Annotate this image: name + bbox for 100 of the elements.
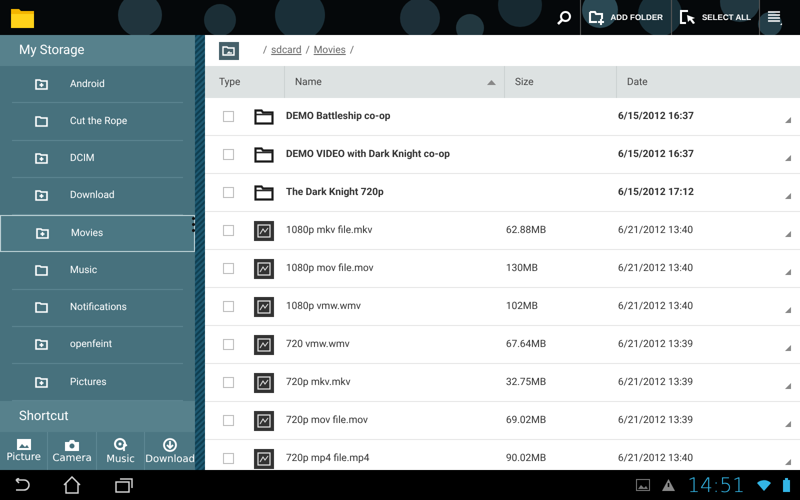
file-row[interactable]: 720p mkv.mkv 32.75MB 6/21/2012 13:39 xyxy=(205,364,800,402)
file-size: 67.64MB xyxy=(506,339,546,350)
corner-icon xyxy=(785,193,791,199)
folder-item[interactable]: Android xyxy=(12,66,183,104)
download-icon xyxy=(163,438,178,452)
clock-time: 14:51 xyxy=(687,473,745,497)
shortcut-button[interactable]: Picture xyxy=(0,432,48,470)
column-header[interactable]: Type xyxy=(205,66,285,98)
video-file-icon xyxy=(254,410,274,430)
folder-item[interactable]: DCIM xyxy=(12,140,183,178)
folder-name: Download xyxy=(70,190,115,202)
file-date: 6/21/2012 13:39 xyxy=(618,415,693,426)
folder-item[interactable]: Movies xyxy=(0,215,195,252)
file-date: 6/21/2012 13:40 xyxy=(618,453,693,464)
camera-icon xyxy=(65,438,80,451)
file-date: 6/21/2012 13:39 xyxy=(618,339,693,350)
file-row[interactable]: DEMO Battleship co-op 6/15/2012 16:37 xyxy=(205,98,800,136)
folder-name: Music xyxy=(70,264,98,276)
checkbox[interactable] xyxy=(223,225,234,236)
image-icon xyxy=(636,479,650,491)
folder-back-icon xyxy=(219,42,239,60)
file-date: 6/21/2012 13:40 xyxy=(618,225,693,236)
folder-item[interactable]: Cut the Rope xyxy=(12,103,183,140)
checkbox[interactable] xyxy=(223,415,234,426)
corner-icon xyxy=(785,421,791,427)
folder-icon xyxy=(254,108,274,124)
battery-icon xyxy=(783,478,790,492)
folder-plus-icon xyxy=(35,78,48,90)
folder-icon xyxy=(254,146,274,162)
section-title: Shortcut xyxy=(0,401,195,432)
path-link[interactable]: sdcard xyxy=(271,45,302,56)
checkbox[interactable] xyxy=(223,187,234,198)
file-name: 720p mov file.mov xyxy=(286,415,369,426)
corner-icon xyxy=(785,307,791,313)
video-file-icon xyxy=(254,448,274,468)
corner-icon xyxy=(785,155,791,161)
column-header[interactable]: Date xyxy=(617,66,800,98)
folder-item[interactable]: Notifications xyxy=(12,290,183,327)
file-row[interactable]: 720 vmw.wmv 67.64MB 6/21/2012 13:39 xyxy=(205,326,800,364)
file-size: 62.88MB xyxy=(506,225,546,236)
file-name: 1080p vmw.wmv xyxy=(286,301,362,312)
path-link[interactable]: Movies xyxy=(314,45,346,56)
corner-icon xyxy=(785,231,791,237)
folder-item[interactable]: openfeint xyxy=(12,326,183,364)
corner-icon xyxy=(785,383,791,389)
home-icon[interactable] xyxy=(62,476,82,494)
file-size: 130MB xyxy=(506,263,538,274)
file-row[interactable]: 1080p vmw.wmv 102MB 6/21/2012 13:40 xyxy=(205,288,800,326)
folder-plus-icon xyxy=(35,153,48,164)
file-row[interactable]: DEMO VIDEO with Dark Knight co-op 6/15/2012 16:37 xyxy=(205,136,800,174)
file-row[interactable]: The Dark Knight 720p 6/15/2012 17:12 xyxy=(205,174,800,212)
checkbox[interactable] xyxy=(223,453,234,464)
folder-icon xyxy=(35,264,48,276)
corner-icon xyxy=(785,459,791,465)
file-date: 6/21/2012 13:39 xyxy=(618,377,693,388)
path-separator: / xyxy=(263,45,268,56)
file-date: 6/15/2012 16:37 xyxy=(618,149,694,160)
add-folder-icon xyxy=(588,10,604,25)
checkbox[interactable] xyxy=(223,149,234,160)
folder-plus-icon xyxy=(35,190,48,202)
file-size: 90.02MB xyxy=(506,453,546,464)
recent-apps-icon[interactable] xyxy=(114,477,134,493)
file-date: 6/15/2012 17:12 xyxy=(618,187,694,198)
file-date: 6/15/2012 16:37 xyxy=(618,111,694,122)
sort-up-icon xyxy=(487,80,496,84)
checkbox[interactable] xyxy=(223,301,234,312)
file-name: The Dark Knight 720p xyxy=(286,187,385,198)
select-icon xyxy=(680,10,696,25)
column-header[interactable]: Name xyxy=(285,66,505,98)
file-name: 720 vmw.wmv xyxy=(286,339,351,350)
checkbox[interactable] xyxy=(223,339,234,350)
folder-name: Pictures xyxy=(70,376,107,388)
file-row[interactable]: 720p mov file.mov 69.02MB 6/21/2012 13:39 xyxy=(205,402,800,440)
folder-item[interactable]: Music xyxy=(12,252,183,290)
path-separator: / xyxy=(350,45,354,56)
wifi-icon xyxy=(757,479,771,491)
checkbox[interactable] xyxy=(223,111,234,122)
file-date: 6/21/2012 13:40 xyxy=(618,263,693,274)
checkbox[interactable] xyxy=(223,377,234,388)
corner-icon xyxy=(785,269,791,275)
folder-name: Android xyxy=(70,78,105,90)
file-row[interactable]: 1080p mkv file.mkv 62.88MB 6/21/2012 13:40 xyxy=(205,212,800,250)
file-size: 102MB xyxy=(506,301,538,312)
file-name: DEMO VIDEO with Dark Knight co-op xyxy=(286,149,451,160)
menu-icon xyxy=(768,10,782,24)
file-name: 1080p mov file.mov xyxy=(286,263,374,274)
folder-plus-icon xyxy=(35,376,48,388)
music-disc-icon xyxy=(114,438,128,452)
folder-plus-icon xyxy=(35,339,48,350)
folder-name: Cut the Rope xyxy=(70,116,128,127)
folder-icon xyxy=(35,302,48,314)
file-row[interactable]: 1080p mov file.mov 130MB 6/21/2012 13:40 xyxy=(205,250,800,288)
corner-icon xyxy=(785,117,791,123)
file-size: 32.75MB xyxy=(506,377,546,388)
video-file-icon xyxy=(254,220,274,240)
checkbox[interactable] xyxy=(223,263,234,274)
column-header[interactable]: Size xyxy=(505,66,617,98)
file-name: 720p mkv.mkv xyxy=(286,377,352,388)
corner-icon xyxy=(785,345,791,351)
video-file-icon xyxy=(254,372,274,392)
